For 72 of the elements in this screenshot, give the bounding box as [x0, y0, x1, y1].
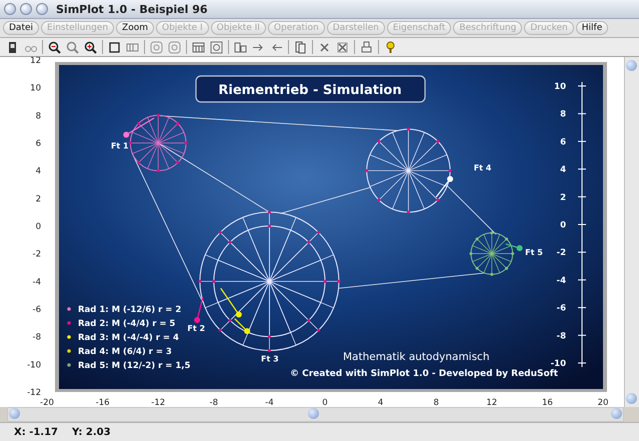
legend-label: Rad 3: M (-4/-4) r = 4: [78, 333, 179, 343]
x-tick-label: 20: [598, 398, 608, 407]
y-tick-label: -2: [32, 250, 41, 260]
x-tick-label: 0: [322, 398, 328, 407]
y-tick-label: 12: [30, 57, 41, 66]
credit-text: © Created with SimPlot 1.0 - Developed by ReduSoft: [290, 369, 558, 379]
axis-tick-label: -6: [556, 304, 566, 314]
x-tick-label: 4: [378, 398, 384, 407]
force-label: Ft 5: [525, 248, 543, 258]
axis-tick-label: -10: [550, 359, 566, 369]
axis-tick-label: -8: [556, 331, 566, 342]
y-tick-label: -10: [27, 360, 41, 370]
y-tick-label: -6: [32, 304, 41, 315]
axis-tick-label: 2: [560, 192, 566, 203]
axis-tick-label: 8: [560, 110, 566, 120]
grid-icon[interactable]: [126, 40, 139, 54]
layout-icon[interactable]: [234, 40, 247, 54]
axis-tick-label: 10: [554, 82, 566, 92]
y-tick-label: 4: [36, 166, 41, 177]
y-tick-label: -4: [32, 277, 41, 288]
force-label: Ft 2: [187, 324, 206, 334]
axis-tick-label: 6: [560, 137, 566, 148]
window-button[interactable]: [36, 3, 48, 15]
x-coordinate: X: -1.17: [14, 426, 58, 438]
zoom-out-icon[interactable]: [48, 40, 61, 54]
cross-box-icon[interactable]: [336, 40, 349, 54]
horizontal-scrollbar[interactable]: [7, 407, 624, 422]
axis-tick-label: -2: [556, 248, 566, 258]
force-label: Ft 4: [474, 164, 492, 173]
menu-tab[interactable]: Hilfe: [576, 21, 608, 35]
window-title: SimPlot 1.0 - Beispiel 96: [56, 2, 208, 16]
y-tick-label: 10: [30, 84, 41, 94]
force-label: Ft 3: [261, 354, 279, 364]
zoom-in-icon[interactable]: [84, 40, 97, 54]
menu-tab[interactable]: Datei: [3, 21, 40, 35]
copy-icon[interactable]: [294, 40, 307, 54]
y-tick-label: 6: [36, 139, 41, 150]
y-tick-label: -12: [27, 388, 41, 398]
square-icon[interactable]: [108, 40, 121, 54]
y-tick-label: 8: [36, 111, 41, 122]
cross-icon[interactable]: [318, 40, 331, 54]
x-tick-label: 8: [434, 398, 439, 407]
force-label: Ft 1: [110, 142, 129, 151]
table-icon[interactable]: [192, 40, 205, 54]
x-tick-label: -20: [40, 398, 54, 407]
frame-icon[interactable]: [210, 40, 223, 54]
window-button[interactable]: [4, 3, 16, 15]
y-tick-label: -8: [32, 332, 41, 343]
legend-label: Rad 1: M (-12/6) r = 2: [78, 305, 182, 315]
y-tick-label: 2: [36, 194, 41, 204]
x-tick-label: -16: [96, 398, 110, 407]
x-tick-label: -12: [151, 398, 166, 407]
axis-tick-label: 0: [560, 220, 566, 230]
x-tick-label: 12: [486, 398, 498, 407]
axis-tick-label: 4: [560, 165, 566, 176]
x-tick-label: -8: [210, 398, 218, 407]
x-tick-label: -4: [265, 398, 274, 407]
subtitle: Mathematik autodynamisch: [343, 351, 490, 363]
legend-label: Rad 2: M (-4/4) r = 5: [78, 319, 176, 329]
axis-tick-label: -4: [556, 276, 566, 286]
y-tick-label: 0: [36, 222, 41, 232]
print-icon[interactable]: [360, 40, 373, 54]
window-button[interactable]: [20, 3, 32, 15]
vertical-scrollbar[interactable]: [624, 57, 639, 407]
plot-title: Riementrieb - Simulation: [218, 83, 402, 98]
y-coordinate: Y: 2.03: [72, 426, 111, 438]
legend-label: Rad 5: M (12/-2) r = 1,5: [78, 361, 190, 371]
x-tick-label: 16: [542, 398, 553, 407]
zoom-icon[interactable]: [66, 40, 79, 54]
device-icon[interactable]: [6, 40, 19, 54]
menu-tab[interactable]: Zoom: [116, 21, 154, 35]
legend-label: Rad 4: M (6/4) r = 3: [78, 347, 172, 357]
